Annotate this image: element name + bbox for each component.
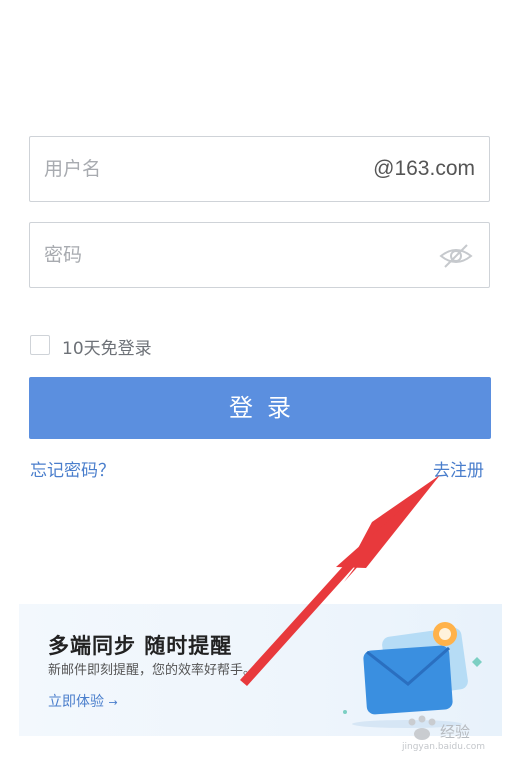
password-field[interactable]	[29, 222, 490, 288]
remember-checkbox[interactable]	[30, 335, 50, 355]
register-link[interactable]: 去注册	[433, 456, 484, 481]
username-input[interactable]	[44, 137, 374, 201]
forgot-password-link[interactable]: 忘记密码？	[30, 456, 115, 481]
banner-subtitle: 新邮件即刻提醒，您的效率好帮手。	[48, 663, 257, 678]
watermark-url: jingyan.baidu.com	[402, 742, 486, 752]
banner-title: 多端同步 随时提醒	[48, 634, 233, 658]
try-now-link[interactable]: 立即体验 →	[48, 691, 118, 711]
username-field[interactable]: @163.com	[29, 136, 490, 202]
remember-label: 10天免登录	[62, 339, 152, 359]
try-now-label: 立即体验	[48, 694, 104, 710]
eye-hidden-icon[interactable]	[439, 242, 473, 270]
watermark-text: 经验	[440, 723, 471, 741]
arrow-right-icon: →	[108, 696, 118, 709]
domain-suffix: @163.com	[373, 157, 475, 180]
login-button[interactable]: 登录	[29, 377, 491, 439]
password-input[interactable]	[44, 223, 414, 287]
